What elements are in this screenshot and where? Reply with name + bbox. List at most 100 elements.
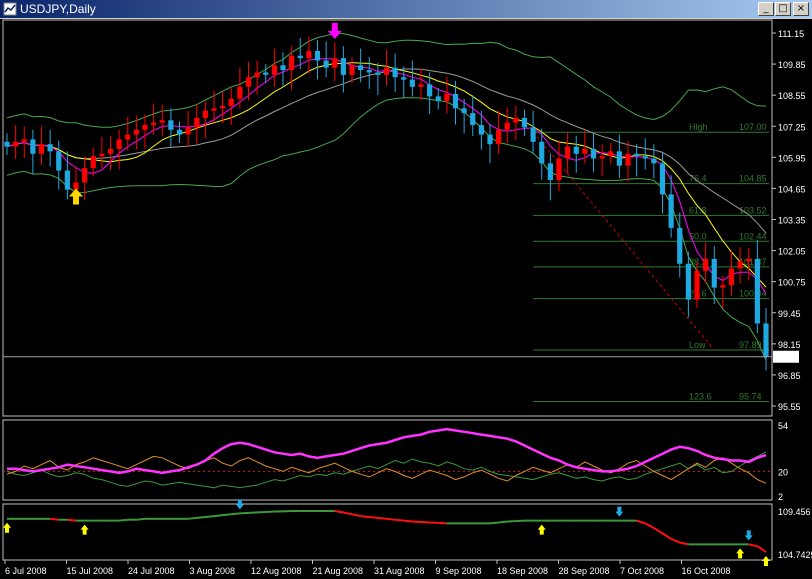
candle-body [504, 122, 510, 130]
vq-segment [222, 513, 232, 517]
candle-body [306, 50, 312, 59]
vq-segment [67, 518, 77, 522]
candle-body [297, 55, 303, 59]
candle-body [582, 148, 588, 154]
candle-body [56, 151, 62, 171]
x-axis-label: 18 Sep 2008 [497, 566, 548, 576]
candle-body [754, 258, 760, 324]
candle-body [133, 129, 139, 135]
candle-body [211, 108, 217, 111]
fib-level-price: 100.04 [739, 289, 767, 299]
candle-body [703, 258, 709, 271]
y-axis-label: 98.15 [778, 340, 801, 350]
candle-body [323, 60, 329, 68]
candle-body [461, 108, 467, 114]
fib-level-label: 50.0 [689, 231, 707, 241]
y-axis-label: 104.65 [778, 184, 806, 194]
candle-body [47, 144, 53, 152]
candle-body [375, 72, 381, 75]
minimize-button[interactable]: _ [758, 2, 774, 16]
candle-body [625, 153, 631, 166]
candle-body [383, 67, 390, 75]
candle-body [168, 120, 174, 130]
candle-body [289, 55, 295, 71]
vq-segment [231, 512, 240, 516]
x-axis-label: 7 Oct 2008 [620, 566, 664, 576]
candle-body [116, 139, 122, 149]
candle-body [38, 144, 45, 154]
candle-body [599, 156, 605, 159]
chart-window-icon [3, 2, 17, 16]
y-axis-label: 111.15 [778, 29, 804, 39]
candle-body [565, 146, 571, 159]
candle-body [452, 93, 459, 109]
candle-body [349, 65, 355, 75]
candle-body [202, 110, 208, 118]
vq-segment [196, 515, 206, 519]
candle-body [82, 168, 88, 183]
candle-body [358, 65, 364, 71]
x-axis-label: 3 Aug 2008 [190, 566, 236, 576]
x-axis-label: 21 Aug 2008 [313, 566, 364, 576]
candle-body [573, 146, 579, 154]
candle-body [21, 139, 27, 142]
candle-body [194, 117, 200, 128]
candle-body [513, 117, 519, 123]
x-axis-label: 28 Sep 2008 [559, 566, 610, 576]
y-axis-label: 103.35 [778, 216, 806, 226]
candle-body [237, 86, 243, 99]
chart-area[interactable]: 111.15 109.85 108.55 107.25 105.95 104.65 103.… [0, 19, 812, 579]
candle-body [711, 258, 717, 288]
candle-body [427, 84, 433, 97]
candle-body [746, 258, 752, 262]
candle-body [271, 65, 277, 75]
candle-body [659, 163, 666, 195]
candle-body [4, 141, 10, 147]
candle-body [107, 148, 114, 154]
candle-body [280, 65, 286, 71]
candle-body [340, 58, 346, 75]
vq-segment [119, 518, 128, 522]
y-axis-label: 96.85 [778, 371, 801, 381]
vq-segment [334, 510, 344, 514]
y-axis-label: 99.45 [778, 309, 801, 319]
candle-body [616, 151, 622, 166]
vq-y-label: 104.7425 [778, 550, 812, 560]
candle-body [254, 72, 260, 78]
fib-level-price: 107.00 [739, 122, 767, 132]
candle-body [496, 129, 502, 145]
fib-level-label: Low [689, 340, 706, 350]
candle-body [608, 151, 614, 157]
candle-body [418, 84, 424, 87]
fib-level-price: 104.85 [739, 174, 767, 184]
y-axis-label: 105.95 [778, 153, 806, 163]
x-axis-label: 16 Oct 2008 [682, 566, 731, 576]
vq-segment [395, 518, 404, 522]
candle-body [668, 194, 674, 228]
candle-body [125, 134, 131, 140]
candle-body [245, 77, 252, 87]
candle-body [737, 261, 743, 269]
candle-body [487, 134, 493, 145]
fib-level-label: 76.4 [689, 174, 707, 184]
candle-body [634, 153, 640, 157]
candle-body [142, 125, 148, 130]
title-bar[interactable]: USDJPY,Daily _ □ × [0, 0, 812, 18]
adx-y-label: 2 [778, 492, 783, 502]
vq-segment [403, 519, 413, 523]
vq-segment [136, 517, 146, 521]
fib-level-price: 101.37 [739, 257, 767, 267]
vq-segment [377, 516, 387, 520]
vq-segment [386, 517, 396, 521]
x-axis-label: 24 Jul 2008 [128, 566, 175, 576]
close-button[interactable]: × [793, 2, 809, 16]
candle-body [590, 148, 597, 159]
fib-level-price: 102.44 [739, 231, 767, 241]
candle-body [159, 120, 165, 123]
candle-body [539, 141, 545, 164]
candle-body [99, 153, 105, 157]
maximize-button[interactable]: □ [775, 2, 791, 16]
candle-body [13, 141, 19, 147]
candle-body [478, 125, 484, 135]
x-axis-label: 6 Jul 2008 [5, 566, 47, 576]
